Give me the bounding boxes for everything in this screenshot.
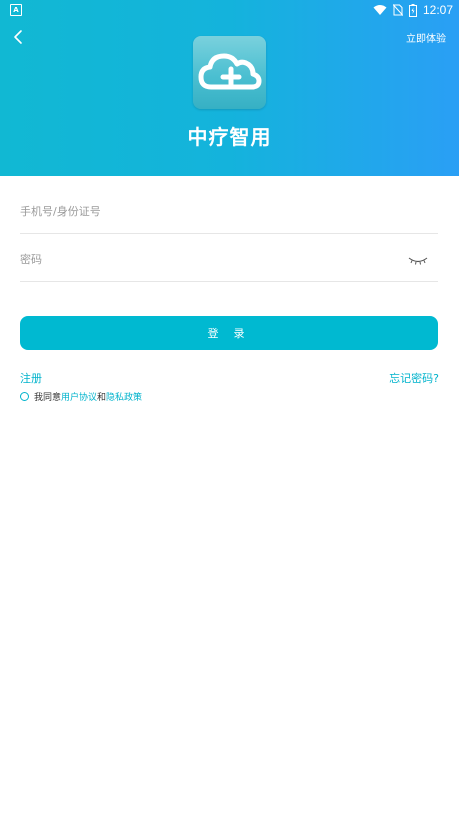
username-field: [20, 187, 438, 234]
battery-icon: [408, 3, 417, 17]
agreement-conjunction: 和: [97, 392, 107, 403]
forgot-password-link[interactable]: 忘记密码?: [389, 370, 439, 386]
login-button[interactable]: 登 录: [20, 316, 438, 350]
agreement-radio[interactable]: [20, 391, 29, 401]
wifi-icon: [373, 5, 387, 15]
password-visibility-toggle[interactable]: [408, 252, 428, 265]
register-link[interactable]: 注册: [20, 370, 42, 386]
username-input[interactable]: [20, 201, 400, 221]
app-logo: [193, 36, 266, 109]
status-icons: 12:07: [373, 2, 453, 18]
password-field: [20, 235, 438, 282]
cloud-plus-logo-icon: [198, 53, 262, 90]
app-title: 中疗智用: [187, 125, 272, 149]
status-time: 12:07: [422, 3, 453, 17]
agreement-prefix: 我同意: [34, 392, 62, 403]
notification-a-icon: A: [10, 4, 22, 16]
try-now-link[interactable]: 立即体验: [406, 30, 446, 45]
password-input[interactable]: [20, 249, 400, 269]
eye-closed-icon: [408, 257, 428, 265]
back-chevron-icon: [14, 30, 22, 44]
header-banner: A 12:07 立即体验 中疗智用: [0, 0, 459, 176]
user-agreement-link[interactable]: 用户协议: [61, 390, 97, 403]
login-screen: A 12:07 立即体验 中疗智用 手机号/身份证号 登 录 注册 忘记密码? …: [0, 0, 459, 817]
status-bar: A 12:07: [0, 0, 459, 20]
back-button[interactable]: [10, 27, 28, 47]
agreement-row: 我同意 用户协议 和 隐私政策: [20, 390, 142, 403]
privacy-policy-link[interactable]: 隐私政策: [106, 390, 142, 403]
no-sim-icon: [392, 4, 403, 16]
